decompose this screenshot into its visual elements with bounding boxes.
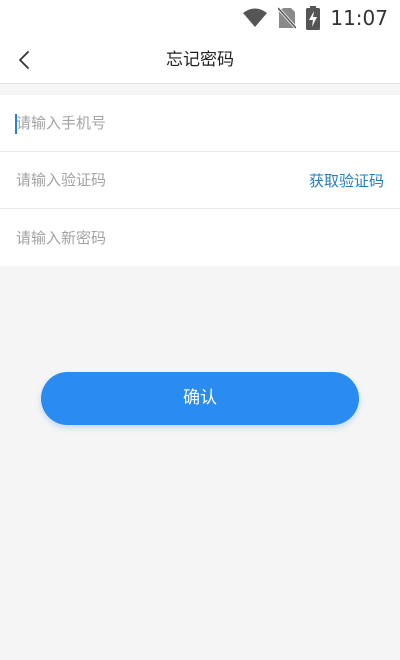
verification-code-input[interactable]	[16, 160, 309, 200]
status-bar: 11:07	[0, 0, 400, 36]
text-caret	[15, 114, 17, 134]
no-sim-icon	[278, 7, 297, 29]
new-password-input[interactable]	[16, 217, 384, 258]
new-password-row	[0, 209, 400, 266]
phone-input[interactable]	[16, 103, 384, 143]
code-row: 获取验证码	[0, 152, 400, 209]
back-button[interactable]	[10, 46, 38, 74]
get-code-button[interactable]: 获取验证码	[309, 170, 384, 191]
forgot-password-form: 获取验证码	[0, 95, 400, 266]
phone-row	[0, 95, 400, 152]
battery-charging-icon	[306, 6, 321, 30]
wifi-icon	[242, 8, 268, 28]
nav-bar: 忘记密码	[0, 36, 400, 84]
confirm-button[interactable]: 确认	[41, 372, 359, 425]
status-time: 11:07	[330, 6, 388, 30]
page-title: 忘记密码	[166, 50, 234, 70]
chevron-left-icon	[19, 51, 29, 69]
